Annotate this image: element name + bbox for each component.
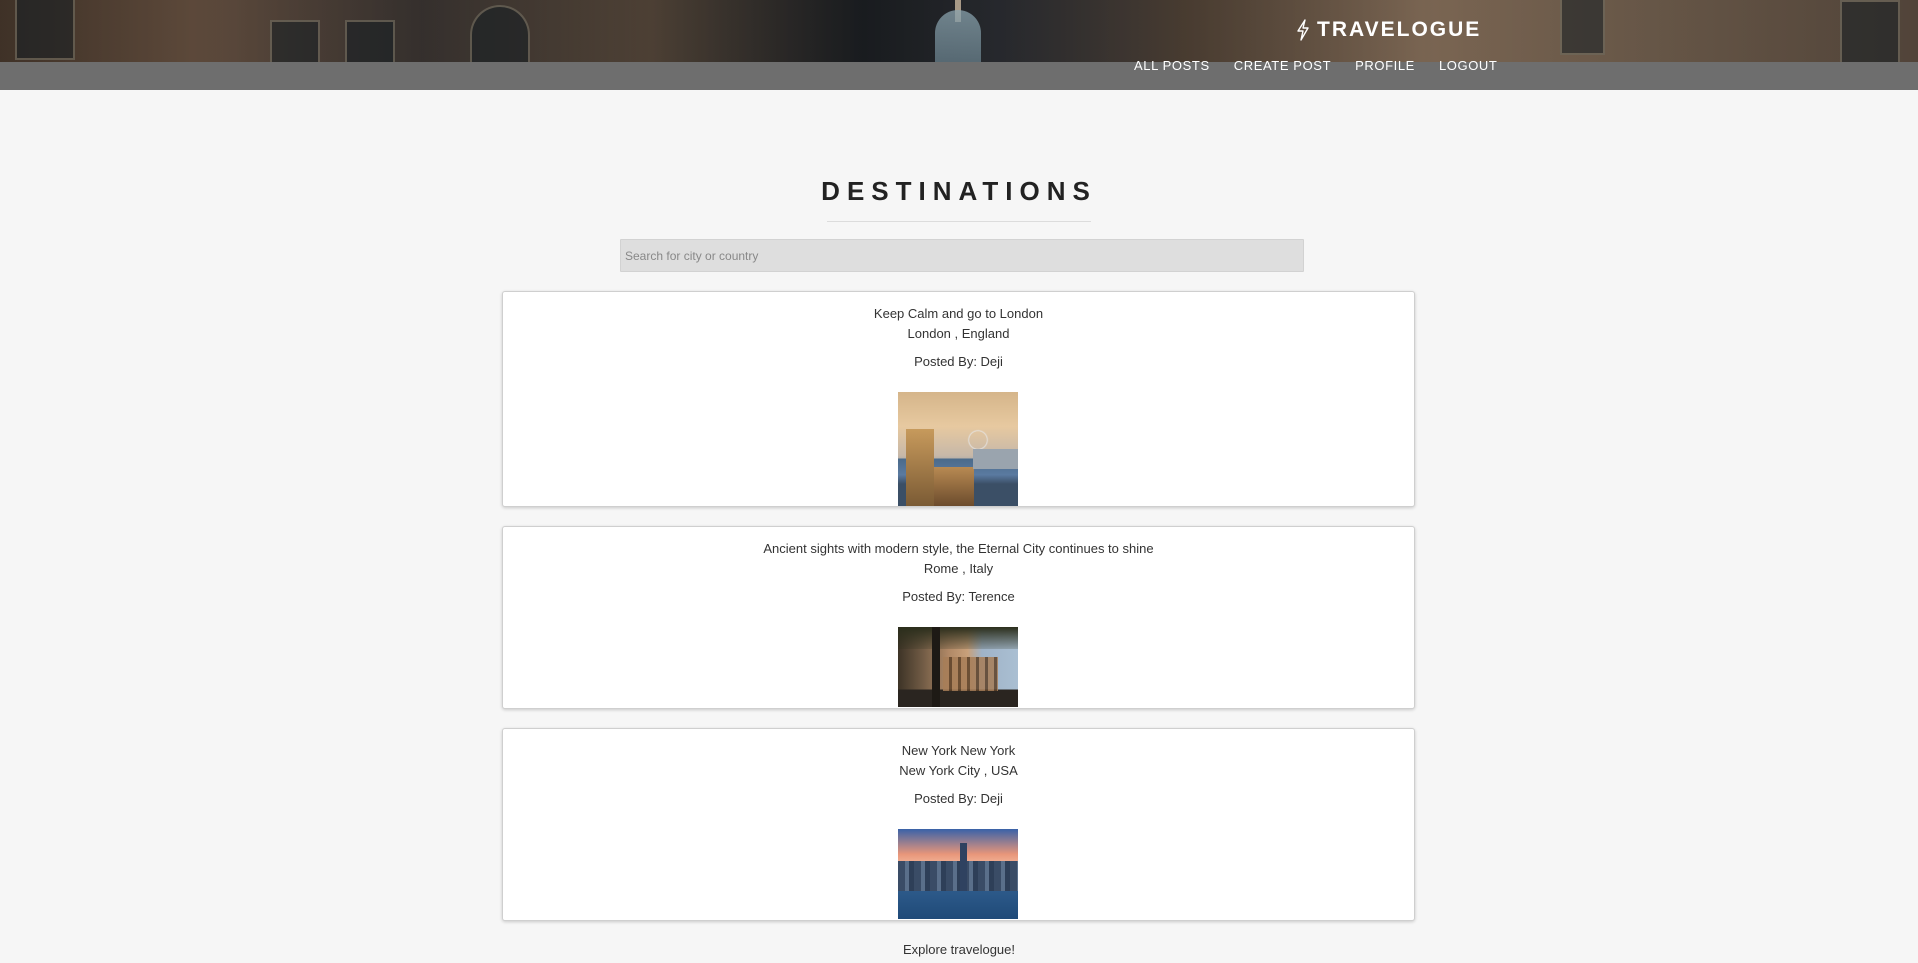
nav-create-post[interactable]: CREATE POST <box>1234 58 1331 73</box>
post-card-rome[interactable]: Ancient sights with modern style, the Et… <box>502 526 1415 709</box>
nav-logout[interactable]: LOGOUT <box>1439 58 1498 73</box>
post-title[interactable]: Keep Calm and go to London <box>503 306 1414 321</box>
post-card-new-york[interactable]: New York New York New York City , USA Po… <box>502 728 1415 921</box>
parliament-building-shape <box>934 467 974 506</box>
post-card-london[interactable]: Keep Calm and go to London London , Engl… <box>502 291 1415 507</box>
post-author: Posted By: Terence <box>902 589 1015 604</box>
post-author: Posted By: Deji <box>914 791 1003 806</box>
post-location: New York City , USA <box>899 763 1018 778</box>
post-location: Rome , Italy <box>923 561 994 576</box>
post-location: London , England <box>907 326 1010 341</box>
title-divider <box>827 221 1091 222</box>
search-input[interactable] <box>620 239 1304 272</box>
skyline-buildings-shape <box>898 861 1018 891</box>
london-cityscape-photo[interactable] <box>898 392 1018 506</box>
post-author: Posted By: Deji <box>914 354 1003 369</box>
building-window-decoration <box>15 0 75 60</box>
header-bottom-band <box>0 62 1918 90</box>
post-title[interactable]: New York New York <box>503 743 1414 758</box>
big-ben-tower-shape <box>906 429 934 506</box>
rome-colosseum-photo[interactable] <box>898 627 1018 707</box>
lightning-bolt-icon <box>1295 19 1311 41</box>
brand-logo-link[interactable]: TRAVELOGUE <box>1295 17 1481 43</box>
riverside-building-shape <box>973 449 1018 469</box>
new-york-skyline-photo[interactable] <box>898 829 1018 919</box>
post-title[interactable]: Ancient sights with modern style, the Et… <box>503 541 1414 556</box>
nav-profile[interactable]: PROFILE <box>1355 58 1415 73</box>
nav-all-posts[interactable]: ALL POSTS <box>1134 58 1210 73</box>
page-title: DESTINATIONS <box>821 176 1097 206</box>
tree-canopy-shape <box>898 627 1018 649</box>
brand-name: TRAVELOGUE <box>1317 18 1482 41</box>
footer-tagline: Explore travelogue! <box>902 942 1015 957</box>
building-window-decoration <box>1560 0 1605 55</box>
colosseum-arches-shape <box>943 657 998 691</box>
one-world-trade-center-shape <box>960 843 967 891</box>
building-window-decoration <box>1840 0 1900 70</box>
tree-trunk-shape <box>932 627 940 707</box>
main-nav: ALL POSTS CREATE POST PROFILE LOGOUT <box>1134 58 1497 73</box>
